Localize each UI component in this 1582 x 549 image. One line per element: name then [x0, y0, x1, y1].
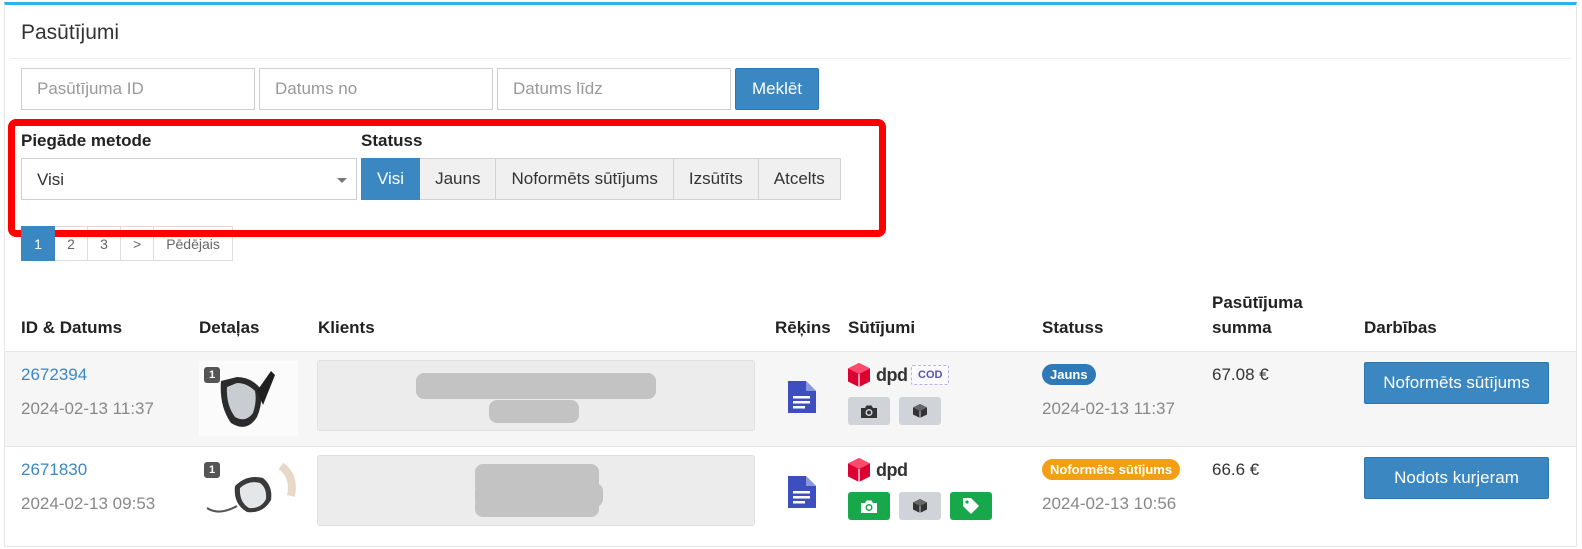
header-amount-line2: summa — [1212, 318, 1272, 337]
header-invoice: Rēķins — [775, 318, 831, 337]
order-date: 2024-02-13 11:37 — [21, 399, 154, 418]
page-title: Pasūtījumi — [21, 21, 120, 44]
handed-to-courier-button[interactable]: Nodots kurjeram — [1364, 457, 1549, 499]
header-details: Detaļas — [199, 318, 260, 337]
header-shipments: Sūtījumi — [848, 318, 916, 337]
header-amount: Pasūtījuma summa — [1212, 290, 1303, 340]
product-thumbnail[interactable]: 1 — [199, 361, 298, 436]
status-date: 2024-02-13 11:37 — [1042, 399, 1175, 418]
dpd-cube-icon — [848, 363, 870, 387]
header-actions: Darbības — [1364, 318, 1437, 337]
camera-button[interactable] — [848, 492, 890, 520]
box-icon — [913, 499, 927, 513]
box-icon — [913, 404, 927, 418]
camera-icon — [861, 500, 877, 513]
mark-prepared-button[interactable]: Noformēts sūtījums — [1364, 362, 1549, 404]
cod-badge: COD — [911, 365, 950, 385]
dpd-logo: dpd — [847, 362, 908, 388]
date-to-input[interactable] — [497, 68, 731, 110]
order-id-link[interactable]: 2672394 — [21, 365, 87, 385]
status-filter-all[interactable]: Visi — [361, 158, 421, 200]
header-status: Statuss — [1042, 318, 1104, 337]
detail-count-badge: 1 — [204, 462, 220, 478]
search-button[interactable]: Meklēt — [735, 68, 819, 110]
highlight-box — [8, 119, 886, 237]
client-info — [317, 360, 755, 431]
package-button[interactable] — [899, 397, 941, 425]
label-button[interactable] — [950, 492, 992, 520]
client-info — [317, 455, 755, 526]
carrier-name: dpd — [876, 364, 908, 385]
status-badge: Noformēts sūtījums — [1042, 459, 1181, 480]
detail-count-badge: 1 — [204, 367, 220, 383]
invoice-document-icon[interactable] — [788, 476, 816, 513]
dpd-logo: dpd — [847, 457, 908, 483]
order-amount: 67.08 € — [1212, 365, 1269, 384]
date-from-input[interactable] — [259, 68, 493, 110]
status-date: 2024-02-13 10:56 — [1042, 494, 1177, 513]
camera-icon — [861, 405, 877, 418]
order-id-link[interactable]: 2671830 — [21, 460, 87, 480]
header-amount-line1: Pasūtījuma — [1212, 293, 1303, 312]
header-id-date: ID & Datums — [21, 318, 123, 337]
tag-icon — [963, 498, 979, 514]
divider — [10, 58, 1571, 59]
order-date: 2024-02-13 09:53 — [21, 494, 156, 513]
camera-button[interactable] — [848, 397, 890, 425]
product-thumbnail[interactable]: 1 — [199, 456, 298, 531]
header-client: Klients — [318, 318, 375, 337]
package-button[interactable] — [899, 492, 941, 520]
page-link-1[interactable]: 1 — [21, 226, 55, 261]
order-amount: 66.6 € — [1212, 460, 1260, 479]
carrier-name: dpd — [876, 459, 908, 480]
invoice-document-icon[interactable] — [788, 381, 816, 418]
order-id-input[interactable] — [21, 68, 255, 110]
status-badge: Jauns — [1042, 364, 1096, 385]
dpd-cube-icon — [848, 458, 870, 482]
